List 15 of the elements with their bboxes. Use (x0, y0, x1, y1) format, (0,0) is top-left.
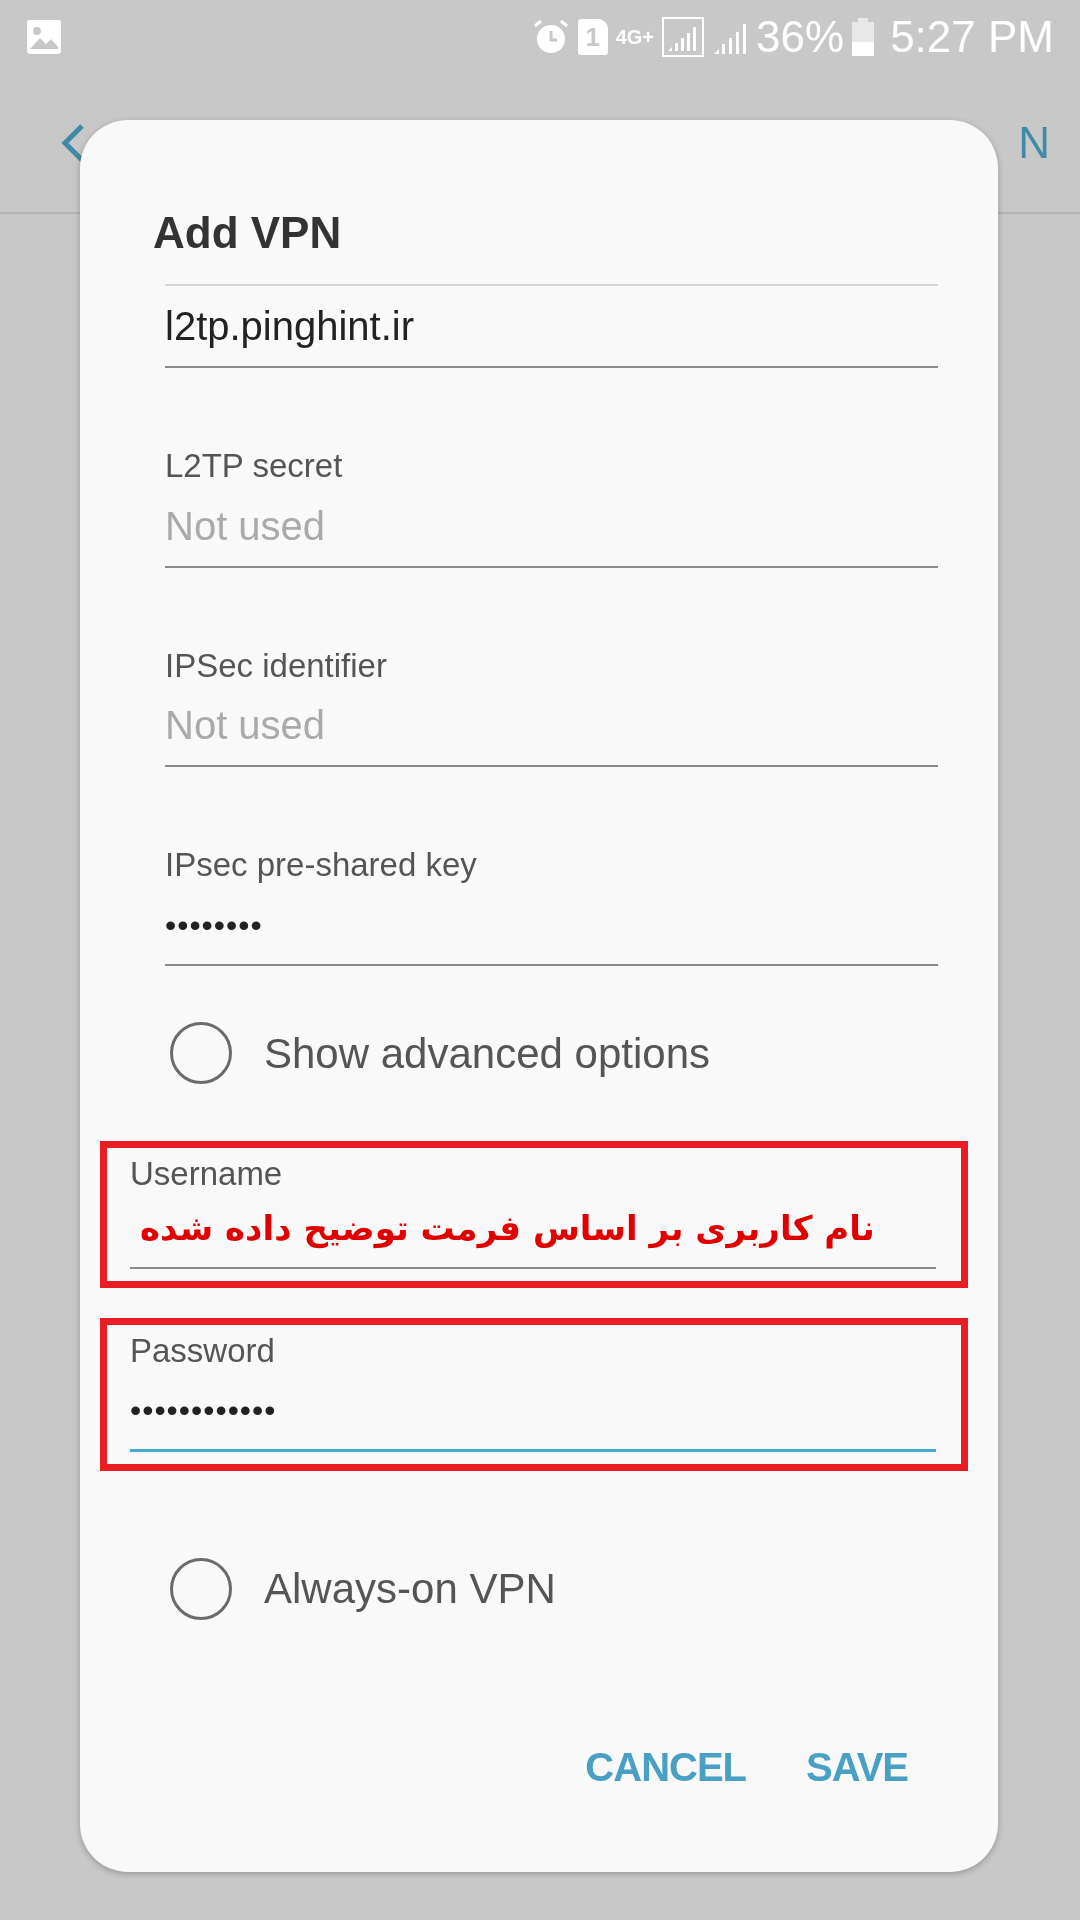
alarm-icon (531, 18, 570, 56)
signal-icon (662, 17, 705, 57)
radio-button[interactable] (170, 1557, 232, 1620)
field-label: IPsec pre-shared key (165, 845, 478, 885)
radio-button[interactable] (170, 1022, 232, 1085)
field-label: IPSec identifier (165, 645, 388, 686)
back-icon[interactable] (60, 123, 86, 163)
dialog-title: Add VPN (153, 207, 343, 259)
picture-icon (26, 19, 62, 55)
option-label[interactable]: Show advanced options (264, 1021, 710, 1085)
field-label: Username (130, 1153, 284, 1194)
battery-icon (852, 18, 875, 56)
option-label[interactable]: Always-on VPN (264, 1557, 556, 1621)
field-label: L2TP secret (165, 446, 344, 486)
field-label: Password (130, 1330, 276, 1371)
